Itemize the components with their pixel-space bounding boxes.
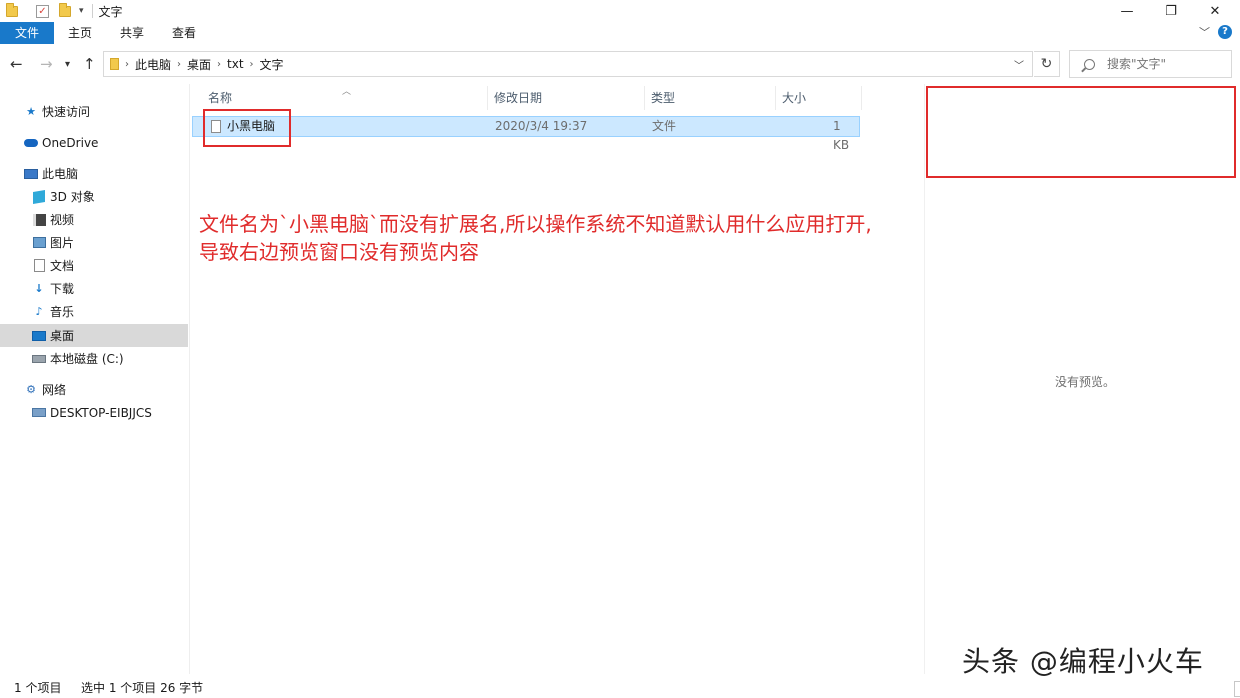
preview-message: 没有预览。	[1055, 375, 1116, 389]
chevron-down-icon[interactable]: ﹀	[1014, 57, 1024, 72]
sidebar-item-label: DESKTOP-EIBJJCS	[50, 405, 152, 420]
title-separator	[91, 4, 93, 18]
sidebar-item-label: 此电脑	[42, 167, 79, 181]
sidebar-item-label: 音乐	[50, 305, 75, 319]
filename-highlight-box	[203, 109, 291, 147]
sidebar-item-network[interactable]: ⚙ 网络	[0, 378, 188, 401]
desktop-icon	[32, 329, 46, 342]
cloud-icon	[24, 136, 38, 149]
sidebar-item-label: OneDrive	[42, 135, 99, 150]
back-icon[interactable]: ←	[10, 55, 23, 73]
column-header-type[interactable]: 类型	[645, 86, 776, 110]
sidebar-item-this-pc[interactable]: 此电脑	[0, 162, 188, 185]
tab-view[interactable]: 查看	[158, 22, 210, 44]
sidebar-item-label: 文档	[50, 259, 75, 273]
file-list: ︿ 名称 修改日期 类型 大小 小黑电脑 2020/3/4 19:37 文件 1…	[190, 84, 924, 674]
recent-locations-icon[interactable]: ▾	[65, 59, 70, 70]
annotation-text: 文件名为`小黑电脑`而没有扩展名,所以操作系统不知道默认用什么应用打开, 导致右…	[199, 210, 872, 266]
sidebar-item-downloads[interactable]: ↓ 下载	[0, 277, 188, 300]
chevron-right-icon[interactable]: ›	[177, 59, 181, 70]
file-size: 1 KB	[833, 119, 850, 152]
sidebar-item-label: 图片	[50, 236, 75, 250]
chevron-right-icon[interactable]: ›	[250, 59, 254, 70]
sidebar-item-label: 快速访问	[42, 105, 91, 119]
sidebar-item-label: 3D 对象	[50, 190, 95, 204]
video-icon	[32, 213, 46, 226]
help-icon[interactable]: ?	[1218, 25, 1232, 39]
search-box[interactable]	[1069, 50, 1232, 78]
sidebar-item-quick-access[interactable]: ★ 快速访问	[0, 100, 188, 123]
title-bar: ✓ ▾ 文字 — ❐ ✕	[0, 0, 1240, 22]
forward-icon[interactable]: →	[40, 55, 53, 73]
star-icon: ★	[26, 105, 36, 118]
minimize-button[interactable]: —	[1104, 0, 1150, 22]
tab-home[interactable]: 主页	[54, 22, 106, 44]
sidebar-item-local-disk[interactable]: 本地磁盘 (C:)	[0, 347, 188, 370]
restore-button[interactable]: ❐	[1148, 0, 1194, 22]
preview-pane: 没有预览。	[924, 84, 1240, 674]
sidebar-item-pictures[interactable]: 图片	[0, 231, 188, 254]
address-bar[interactable]: › 此电脑 › 桌面 › txt › 文字 ﹀	[103, 51, 1033, 77]
watermark: 头条 @编程小火车	[962, 645, 1204, 678]
picture-icon	[32, 236, 46, 249]
breadcrumb-text[interactable]: 文字	[260, 56, 284, 73]
host-icon	[32, 406, 46, 419]
annotation-line-2: 导致右边预览窗口没有预览内容	[199, 240, 479, 264]
chevron-right-icon[interactable]: ›	[125, 59, 129, 70]
music-icon: ♪	[35, 305, 43, 318]
sidebar-item-music[interactable]: ♪ 音乐	[0, 300, 188, 323]
breadcrumb-desktop[interactable]: 桌面	[187, 56, 211, 73]
breadcrumb-txt[interactable]: txt	[227, 57, 244, 71]
window-title: 文字	[98, 4, 123, 19]
search-icon	[1084, 58, 1095, 70]
computer-icon	[24, 167, 38, 180]
navigation-bar: ← → ▾ ↑ › 此电脑 › 桌面 › txt › 文字 ﹀ ↻	[0, 48, 1240, 80]
properties-icon[interactable]: ✓	[36, 4, 49, 18]
large-icons-view-icon[interactable]	[1234, 681, 1240, 697]
table-row[interactable]: 小黑电脑 2020/3/4 19:37 文件 1 KB	[192, 116, 860, 152]
sidebar-item-label: 视频	[50, 213, 75, 227]
file-modified: 2020/3/4 19:37	[495, 119, 588, 133]
column-header-modified[interactable]: 修改日期	[488, 86, 645, 110]
status-selection: 选中 1 个项目 26 字节	[81, 681, 204, 695]
column-header-size[interactable]: 大小	[776, 86, 862, 110]
chevron-right-icon[interactable]: ›	[217, 59, 221, 70]
annotation-line-1: 文件名为`小黑电脑`而没有扩展名,所以操作系统不知道默认用什么应用打开,	[199, 212, 872, 236]
ribbon-tabs: 文件 主页 共享 查看 ﹀ ?	[0, 22, 1240, 44]
refresh-button[interactable]: ↻	[1034, 51, 1060, 77]
sidebar-item-label: 桌面	[50, 329, 75, 343]
sidebar-item-3d-objects[interactable]: 3D 对象	[0, 185, 188, 208]
close-button[interactable]: ✕	[1192, 0, 1238, 22]
column-header-name[interactable]: 名称	[202, 86, 488, 110]
disk-icon	[32, 352, 46, 365]
sidebar-item-label: 本地磁盘 (C:)	[50, 352, 124, 366]
navigation-pane: ★ 快速访问 OneDrive 此电脑 3D 对象 视频 图片 文档 ↓ 下载 …	[0, 84, 190, 674]
quick-access-dropdown-icon[interactable]: ▾	[79, 6, 84, 16]
new-folder-icon[interactable]	[59, 2, 71, 17]
sidebar-item-documents[interactable]: 文档	[0, 254, 188, 277]
tab-share[interactable]: 共享	[106, 22, 158, 44]
sidebar-item-videos[interactable]: 视频	[0, 208, 188, 231]
tab-file[interactable]: 文件	[0, 22, 55, 44]
folder-icon	[6, 2, 18, 17]
sidebar-item-desktop-host[interactable]: DESKTOP-EIBJJCS	[0, 401, 188, 424]
document-icon	[32, 259, 46, 272]
download-icon: ↓	[34, 282, 44, 295]
status-item-count: 1 个项目	[14, 681, 62, 695]
cube-icon	[32, 189, 46, 204]
search-input[interactable]	[1107, 57, 1217, 71]
network-icon: ⚙	[26, 383, 36, 396]
sidebar-item-onedrive[interactable]: OneDrive	[0, 131, 188, 154]
folder-icon	[110, 58, 119, 70]
file-type: 文件	[652, 119, 677, 133]
up-icon[interactable]: ↑	[83, 55, 96, 73]
preview-highlight-box	[926, 86, 1236, 178]
expand-ribbon-icon[interactable]: ﹀	[1199, 24, 1210, 40]
sidebar-item-label: 下载	[50, 282, 75, 296]
sidebar-item-desktop[interactable]: 桌面	[0, 324, 188, 347]
breadcrumb-this-pc[interactable]: 此电脑	[135, 56, 171, 73]
sidebar-item-label: 网络	[42, 383, 67, 397]
